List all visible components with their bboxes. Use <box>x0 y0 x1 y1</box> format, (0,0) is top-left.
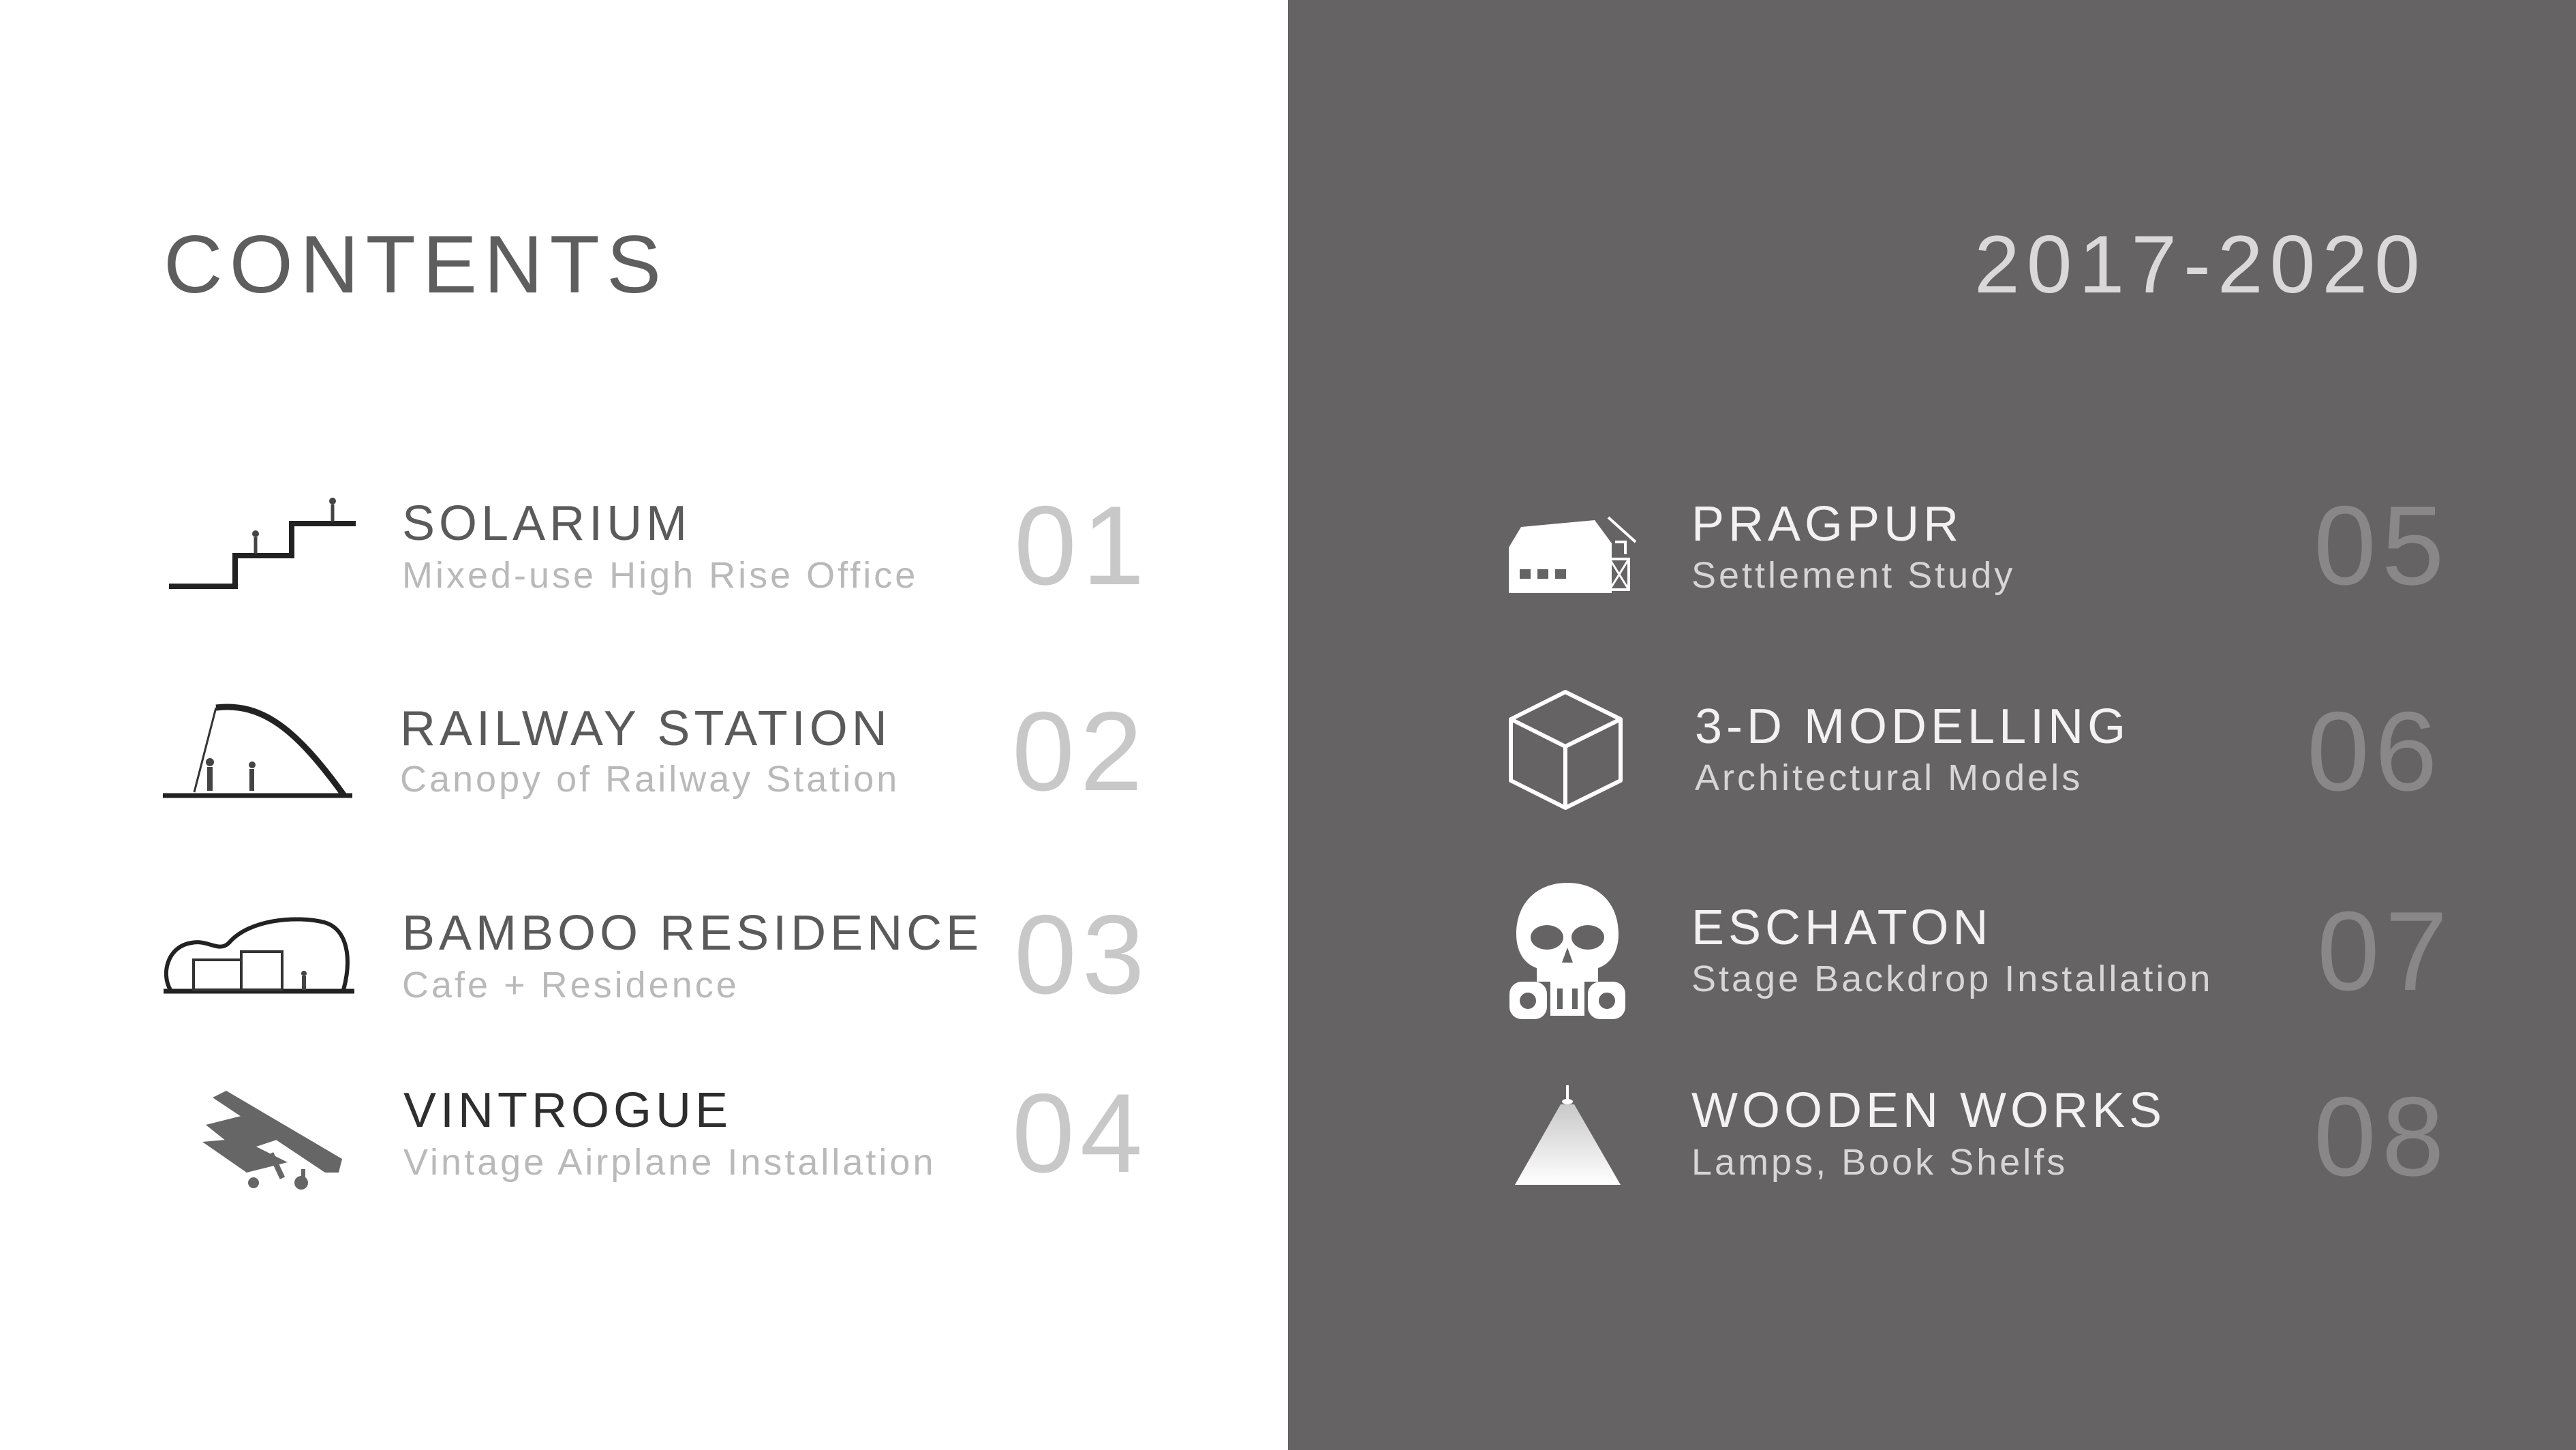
item-number: 01 <box>1014 483 1150 608</box>
item-subtitle: Stage Backdrop Installation <box>1691 958 2213 999</box>
item-number: 05 <box>2314 483 2450 608</box>
item-number: 08 <box>2314 1074 2450 1199</box>
item-title: ESCHATON <box>1691 901 1993 955</box>
item-number: 06 <box>2307 689 2443 814</box>
item-subtitle: Lamps, Book Shelfs <box>1691 1142 2068 1183</box>
item-number: 03 <box>1014 892 1150 1017</box>
stairs-icon <box>169 498 356 589</box>
item-title: 3-D MODELLING <box>1695 699 2130 754</box>
item-subtitle: Canopy of Railway Station <box>400 759 900 800</box>
item-title: PRAGPUR <box>1691 497 1963 552</box>
residence-icon <box>164 917 354 994</box>
cube-icon <box>1509 690 1623 810</box>
airplane-icon <box>202 1091 342 1190</box>
item-subtitle: Mixed-use High Rise Office <box>402 555 919 596</box>
skull-mask-icon <box>1509 883 1625 1019</box>
item-title: VINTROGUE <box>403 1083 733 1138</box>
item-subtitle: Cafe + Residence <box>402 965 739 1006</box>
item-number: 07 <box>2317 888 2453 1014</box>
item-subtitle: Architectural Models <box>1695 757 2083 798</box>
item-title: BAMBOO RESIDENCE <box>402 906 983 961</box>
item-title: RAILWAY STATION <box>400 701 891 756</box>
item-subtitle: Settlement Study <box>1691 555 2016 596</box>
canopy-icon <box>163 704 352 798</box>
item-title: WOODEN WORKS <box>1691 1083 2166 1138</box>
item-number: 02 <box>1012 689 1148 814</box>
item-subtitle: Vintage Airplane Installation <box>403 1142 936 1183</box>
barn-icon <box>1509 516 1637 593</box>
lamp-icon <box>1515 1085 1621 1185</box>
page-title: CONTENTS <box>164 219 668 310</box>
item-number: 04 <box>1012 1070 1148 1196</box>
year-range: 2017-2020 <box>1974 219 2427 310</box>
item-title: SOLARIUM <box>402 496 692 551</box>
